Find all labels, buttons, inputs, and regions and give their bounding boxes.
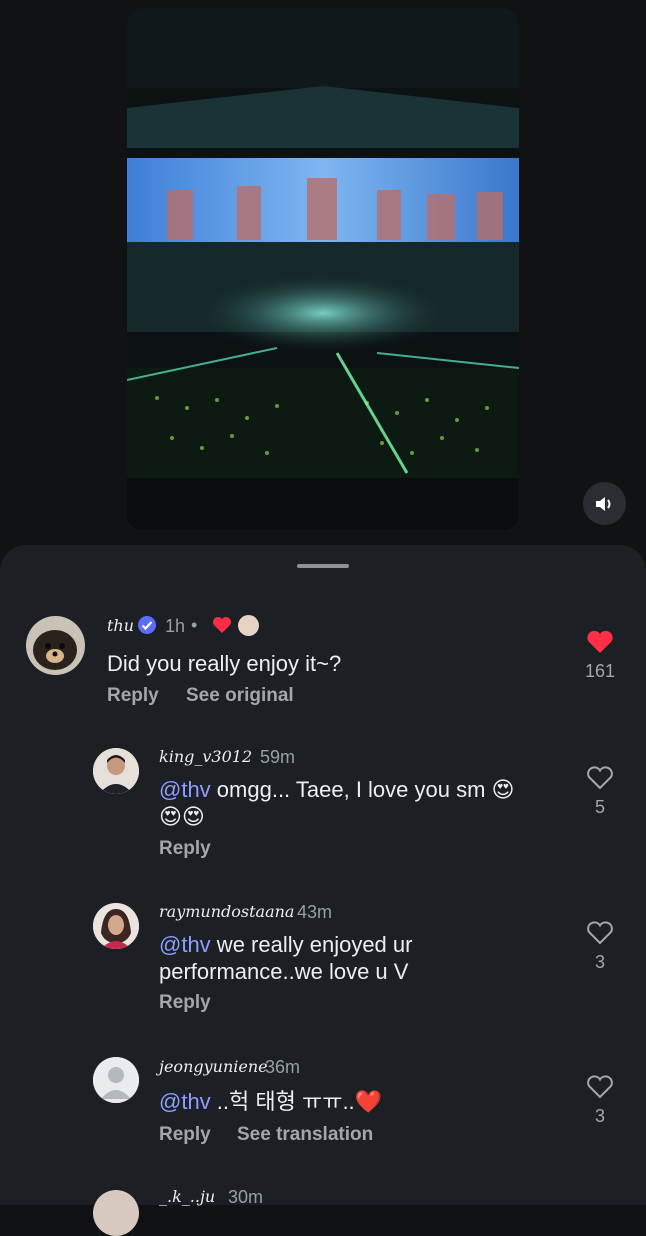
avatar[interactable] (93, 1057, 139, 1103)
comment-text: @thv omgg... Taee, I love you sm 😍 😍😍 (159, 776, 514, 830)
comment-text-line2: 😍😍 (159, 804, 205, 829)
like-button[interactable]: 5 (580, 766, 620, 818)
video-player[interactable] (127, 8, 519, 530)
avatar[interactable] (93, 1190, 139, 1236)
default-avatar-icon (93, 1057, 139, 1103)
comment-text: Did you really enjoy it~? (107, 651, 342, 676)
heart-outline-icon (587, 921, 613, 945)
sheet-drag-handle[interactable] (297, 564, 349, 568)
see-translation-button[interactable]: See translation (237, 1124, 373, 1146)
mention-link[interactable]: @thv (159, 1089, 211, 1114)
concert-video-frame (127, 8, 519, 530)
comment-text: @thv ..헉 태형 ㅠㅠ..❤️ (159, 1088, 382, 1115)
comment-time: 59m (260, 747, 296, 767)
like-count: 3 (594, 1106, 605, 1126)
verified-badge-icon (138, 616, 156, 634)
dog-avatar-icon (26, 616, 85, 675)
comment-time: 30m (228, 1187, 264, 1207)
heart-filled-icon (587, 630, 613, 653)
like-button[interactable]: 3 (580, 921, 620, 973)
avatar[interactable] (26, 616, 85, 675)
speaker-icon (595, 496, 610, 511)
separator-dot: • (191, 615, 198, 635)
heart-outline-icon (587, 1075, 613, 1099)
creator-liked-heart-icon (213, 617, 231, 633)
see-original-button[interactable]: See original (186, 685, 294, 707)
comment-time: 36m (265, 1057, 301, 1077)
reply-button[interactable]: Reply (159, 838, 211, 860)
mention-link[interactable]: @thv (159, 777, 211, 802)
like-count: 3 (594, 952, 605, 972)
comment-time: 43m (297, 902, 333, 922)
heart-outline-icon (587, 766, 613, 790)
comment-username[interactable]: thu (107, 616, 134, 635)
like-count: 5 (594, 797, 605, 817)
like-button[interactable]: 3 (580, 1075, 620, 1127)
reply-button[interactable]: Reply (159, 1124, 211, 1146)
reply-button[interactable]: Reply (107, 685, 159, 707)
mention-link[interactable]: @thv (159, 932, 211, 957)
comment-username[interactable]: jeongyuniene (159, 1057, 268, 1076)
avatar[interactable] (93, 903, 139, 949)
person-photo-icon (93, 903, 139, 949)
comment-text-line1: ..헉 태형 ㅠㅠ..❤️ (210, 1089, 383, 1114)
comment-text-line2: performance..we love u V (159, 959, 409, 984)
creator-avatar (238, 615, 259, 636)
mute-toggle-button[interactable] (583, 482, 626, 525)
like-count: 161 (584, 661, 616, 681)
comment-text-line1: omgg... Taee, I love you sm 😍 (210, 777, 515, 802)
comment-time: 1h (165, 616, 186, 636)
comment-text: @thv we really enjoyed ur performance..w… (159, 931, 412, 985)
avatar[interactable] (93, 748, 139, 794)
person-photo-icon (93, 748, 139, 794)
comment-username[interactable]: king_v3012 (159, 747, 252, 766)
reply-button[interactable]: Reply (159, 992, 211, 1014)
comment-text-line1: we really enjoyed ur (210, 932, 413, 957)
comment-username[interactable]: raymundostaana (159, 902, 294, 921)
comments-sheet: thu 1h • Did you really enjoy it~? Reply… (0, 545, 646, 1236)
like-button[interactable]: 161 (580, 630, 620, 682)
comment-username[interactable]: _.k_..ju (159, 1187, 215, 1206)
